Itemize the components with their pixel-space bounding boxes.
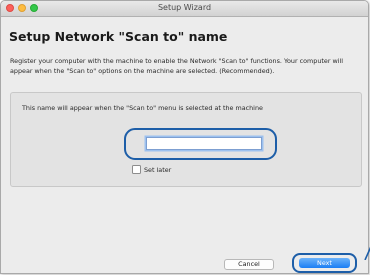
- set-later-checkbox[interactable]: [132, 165, 141, 174]
- title-bar: Setup Wizard: [1, 1, 368, 17]
- name-field-highlight: [124, 128, 277, 160]
- scan-to-name-input[interactable]: [146, 137, 262, 150]
- cancel-button[interactable]: Cancel: [224, 259, 274, 270]
- scan-to-name-panel: This name will appear when the "Scan to"…: [10, 92, 362, 187]
- callout-line: [364, 246, 370, 260]
- next-button-highlight: Next: [292, 253, 357, 273]
- intro-text: Register your computer with the machine …: [10, 57, 344, 75]
- page-title: Setup Network "Scan to" name: [9, 29, 228, 44]
- window-title: Setup Wizard: [157, 3, 212, 12]
- setup-wizard-window: Setup Wizard Setup Network "Scan to" nam…: [0, 0, 369, 274]
- set-later-label: Set later: [144, 165, 172, 174]
- panel-description: This name will appear when the "Scan to"…: [22, 104, 263, 112]
- next-button[interactable]: Next: [299, 258, 350, 268]
- set-later-option[interactable]: Set later: [132, 165, 171, 174]
